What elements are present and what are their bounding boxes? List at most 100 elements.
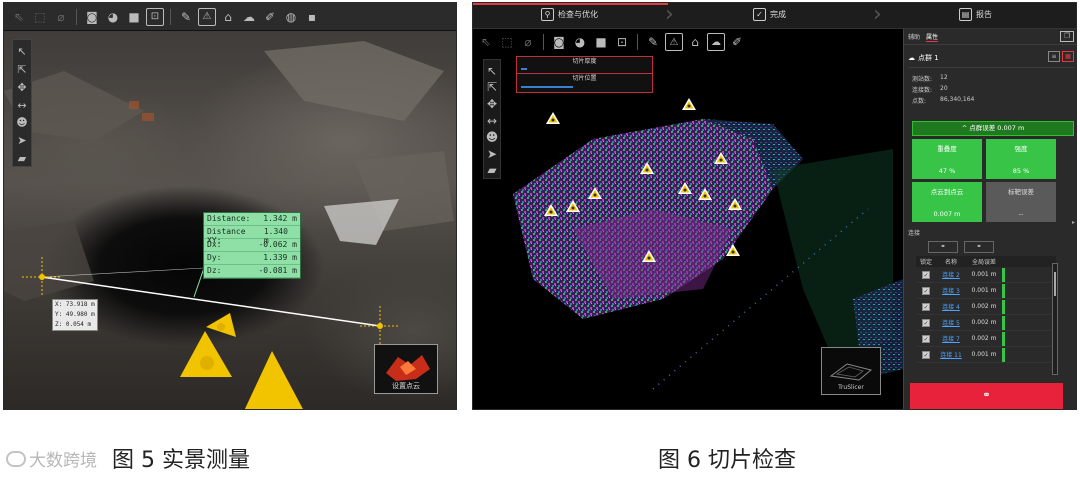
warning-icon[interactable]: ⚠: [198, 7, 216, 26]
measure-point-b: [377, 323, 383, 329]
check-icon: ✓: [753, 8, 766, 21]
square-icon[interactable]: ■: [125, 8, 143, 26]
connection-name-link[interactable]: 连接 7: [936, 334, 966, 343]
pointcloud-view[interactable]: ⇖ ⬚ ⌀ ◙ ◕ ■ ⊡ ✎ ⚠ ⌂ ☁ ✐ ↖ ⇱ ✥ ↔ ☻ ➤ ▰ 切片…: [473, 29, 903, 409]
table-row[interactable]: ✓ 连接 11 0.001 m: [916, 347, 1056, 363]
quality-cell[interactable]: 强度 85 %: [986, 139, 1056, 179]
camera-icon[interactable]: ◙: [83, 8, 101, 26]
cursor-icon[interactable]: ↖: [13, 44, 31, 60]
slice-thickness-control[interactable]: 切片厚度: [517, 57, 652, 74]
table-row[interactable]: ✓ 连接 5 0.002 m: [916, 315, 1056, 331]
copy-icon[interactable]: ❐: [1060, 31, 1074, 42]
step-report[interactable]: ▤ 报告: [959, 8, 992, 21]
fit-icon[interactable]: ⊡: [146, 7, 164, 26]
person-icon[interactable]: ☻: [483, 129, 501, 145]
scrollbar-thumb[interactable]: [1054, 272, 1056, 296]
target-marker-3: [244, 351, 303, 409]
truslicer-thumbnail[interactable]: TruSlicer: [821, 347, 881, 395]
slice-position-slider[interactable]: [521, 86, 573, 88]
move-icon[interactable]: ✥: [13, 79, 31, 95]
table-row[interactable]: ✓ 连接 4 0.002 m: [916, 299, 1056, 315]
connection-tools: ⚭ ⚭: [928, 241, 1076, 253]
tab-properties[interactable]: 属性: [926, 32, 939, 42]
navigate-icon[interactable]: ➤: [483, 146, 501, 162]
stat-label: 连接数:: [912, 87, 933, 94]
multi-select-icon[interactable]: ⇱: [483, 80, 501, 96]
realscene-view[interactable]: Distance: 1.342 m Distance XY: 1.340 m Dx: -0…: [4, 31, 456, 409]
connection-name-link[interactable]: 连接 5: [936, 318, 966, 327]
person-icon[interactable]: ☻: [13, 115, 31, 131]
step-label: 检查与优化: [558, 10, 598, 19]
measurement-row: Dx: -0.062 m: [204, 239, 300, 252]
coordinate-value: 73.918 m: [65, 301, 95, 308]
list-view-icon[interactable]: ≡: [1048, 51, 1060, 62]
connection-error: 0.001 m: [971, 351, 997, 358]
move-icon[interactable]: ✥: [483, 96, 501, 112]
realscene-measure-window: ⇖ ⬚ ⌀ ◙ ◕ ■ ⊡ ✎ ⚠ ⌂ ☁ ✐ ◍ ▪ Distance: 1.342 m Dista: [3, 2, 457, 410]
measure-point-a: [39, 274, 45, 280]
header-lock: 锁定: [919, 259, 932, 266]
lock-checkbox[interactable]: ✓: [922, 318, 930, 327]
connections-title: 连接: [908, 230, 921, 237]
register-action-button[interactable]: ⚭: [910, 383, 1063, 409]
tab-assist[interactable]: 辅助: [908, 32, 920, 41]
lock-checkbox[interactable]: ✓: [922, 350, 930, 359]
grid-view-icon[interactable]: ▦: [1062, 51, 1074, 62]
palette-icon[interactable]: ◕: [104, 8, 122, 26]
measurement-value: 1.339 m: [263, 253, 297, 262]
collapse-arrow-icon[interactable]: ▸: [1072, 219, 1076, 239]
lock-checkbox[interactable]: ✓: [922, 270, 930, 279]
multi-select-icon[interactable]: ⇱: [13, 62, 31, 78]
measure-icon[interactable]: ↔: [483, 113, 501, 129]
connection-error: 0.002 m: [971, 319, 997, 326]
globe-icon[interactable]: ◍: [282, 8, 300, 26]
side-toolbar: ↖ ⇱ ✥ ↔ ☻ ➤ ▰: [12, 39, 32, 167]
table-row[interactable]: ✓ 连接 2 0.001 m: [916, 267, 1056, 283]
step-finish[interactable]: ✓ 完成: [753, 8, 786, 21]
view-mode-buttons: ≡ ▦: [1048, 51, 1074, 62]
table-row[interactable]: ✓ 连接 3 0.001 m: [916, 283, 1056, 299]
add-connection-icon[interactable]: ⚭: [928, 241, 958, 253]
connection-name-link[interactable]: 连接 2: [936, 270, 966, 279]
slice-position-control[interactable]: 切片位置: [517, 74, 652, 91]
cloud-icon[interactable]: ☁: [240, 8, 258, 26]
lock-cell: ✓: [916, 270, 936, 279]
connection-name-link[interactable]: 连接 11: [936, 350, 966, 359]
brush-icon[interactable]: ✐: [261, 8, 279, 26]
lasso-icon[interactable]: ⌀: [52, 8, 70, 26]
measurement-label: Dy:: [207, 253, 222, 262]
navigate-icon[interactable]: ➤: [13, 133, 31, 149]
table-row[interactable]: ✓ 连接 7 0.002 m: [916, 331, 1056, 347]
pointcloud-thumbnail[interactable]: 设置点云: [374, 344, 438, 394]
layers-icon[interactable]: ▰: [483, 162, 501, 178]
quality-value: --: [1018, 210, 1024, 218]
target-marker[interactable]: [546, 112, 560, 124]
color-icon[interactable]: ▪: [303, 8, 321, 26]
tag-icon[interactable]: ⌂: [219, 8, 237, 26]
measure-icon[interactable]: ↔: [13, 97, 31, 113]
table-scrollbar[interactable]: [1052, 263, 1058, 375]
table-header: 锁定 名称 全局误差: [916, 256, 1056, 267]
cloud-icon: ☁: [908, 53, 915, 62]
select-icon[interactable]: ⬚: [31, 8, 49, 26]
lock-checkbox[interactable]: ✓: [922, 302, 930, 311]
lock-checkbox[interactable]: ✓: [922, 286, 930, 295]
quality-cell[interactable]: 点云到点云 0.007 m: [912, 182, 982, 222]
slice-thickness-slider[interactable]: [521, 68, 527, 70]
coordinate-label: X:: [55, 301, 63, 308]
connection-name-link[interactable]: 连接 3: [936, 286, 966, 295]
target-marker[interactable]: [682, 98, 696, 110]
pointer-icon[interactable]: ⇖: [10, 8, 28, 26]
caption-figure-6: 图 6 切片检查: [658, 448, 796, 473]
pen-icon[interactable]: ✎: [177, 8, 195, 26]
table-body: ✓ 连接 2 0.001 m ✓ 连接 3 0.001 m ✓ 连接 4 0.002 m ✓ 连接 …: [916, 267, 1056, 363]
remove-connection-icon[interactable]: ⚭: [964, 241, 994, 253]
lock-checkbox[interactable]: ✓: [922, 334, 930, 343]
cursor-icon[interactable]: ↖: [483, 63, 501, 79]
quality-cell[interactable]: 重叠度 47 %: [912, 139, 982, 179]
step-check-optimize[interactable]: ⚲ 检查与优化: [541, 8, 598, 21]
connection-name-link[interactable]: 连接 4: [936, 302, 966, 311]
quality-cell[interactable]: 标靶误差 --: [986, 182, 1056, 222]
cloud-error-toggle[interactable]: ^ 点群误差 0.007 m: [912, 121, 1074, 136]
layers-icon[interactable]: ▰: [13, 150, 31, 166]
